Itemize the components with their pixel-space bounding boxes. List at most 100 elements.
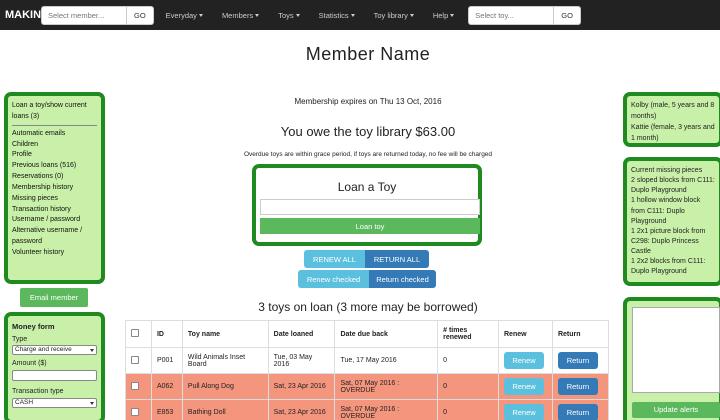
return-button[interactable]: Return — [557, 404, 598, 420]
membership-expiry: Membership expires on Thu 13 Oct, 2016 — [294, 97, 442, 106]
chevron-down-icon — [350, 13, 355, 17]
overdue-note: Overdue toys are within grace period, if… — [243, 151, 493, 158]
type-select[interactable]: Charge and receive — [12, 345, 97, 356]
amount-owed: You owe the toy library $63.00 — [280, 124, 456, 139]
missing-toy-link[interactable]: C298: Duplo Princess Castle — [631, 238, 699, 255]
table-row: A062 Pull Along Dog Sat, 23 Apr 2016 Sat… — [125, 373, 610, 400]
col-date-loaned[interactable]: Date loaned — [267, 320, 336, 348]
member-search-input[interactable] — [41, 5, 127, 25]
cell-id: E853 — [150, 399, 183, 420]
amount-input[interactable] — [12, 370, 97, 382]
bulk-actions-all: RENEW ALL RETURN ALL — [304, 250, 429, 268]
col-renew: Renew — [498, 320, 553, 348]
main-menu: Everyday Members Toys Statistics Toy lib… — [166, 11, 474, 20]
nav-reservations[interactable]: Reservations (0) — [12, 172, 97, 183]
return-checked-button[interactable]: Return checked — [369, 270, 436, 288]
renew-button[interactable]: Renew — [504, 404, 544, 420]
loans-table: ID Toy name Date loaned Date due back # … — [125, 320, 610, 420]
nav-volunteer-history[interactable]: Volunteer history — [12, 248, 97, 259]
toy-search-input[interactable] — [468, 5, 555, 25]
cell-toy-name: Bathing Doll — [181, 399, 269, 420]
renew-button[interactable]: Renew — [504, 378, 544, 395]
table-row: P001 Wild Animals Inset Board Tue, 03 Ma… — [125, 347, 610, 374]
bulk-actions-checked: Renew checked Return checked — [298, 270, 436, 288]
child-item: Kattie (female, 3 years and 1 month) — [631, 123, 715, 142]
type-label: Type — [12, 335, 28, 343]
menu-statistics[interactable]: Statistics — [319, 11, 355, 20]
transaction-type-select[interactable]: CASH — [12, 398, 97, 409]
cell-id: A062 — [150, 373, 183, 400]
loan-toy-input[interactable] — [260, 199, 480, 215]
menu-everyday[interactable]: Everyday — [166, 11, 203, 20]
update-alerts-button[interactable]: Update alerts — [632, 402, 720, 418]
col-times-renewed[interactable]: # times renewed — [437, 320, 499, 348]
cell-date-due: Sat, 07 May 2016 : OVERDUE — [334, 373, 439, 400]
select-all-checkbox[interactable] — [131, 329, 139, 337]
return-button[interactable]: Return — [557, 378, 598, 395]
member-nav-panel: Loan a toy/show current loans (3) Automa… — [4, 92, 105, 284]
table-row: E853 Bathing Doll Sat, 23 Apr 2016 Sat, … — [125, 399, 610, 420]
nav-username-password[interactable]: Username / password — [12, 215, 97, 226]
return-all-button[interactable]: RETURN ALL — [365, 250, 429, 268]
cell-date-loaned: Sat, 23 Apr 2016 — [267, 373, 336, 400]
missing-item: 1 2x2 blocks from C111: Duplo Playground — [631, 258, 706, 276]
money-form-title: Money form — [12, 322, 55, 331]
nav-alternative-username[interactable]: Alternative username / password — [12, 226, 97, 248]
nav-membership-history[interactable]: Membership history — [12, 183, 97, 194]
chevron-down-icon — [255, 13, 260, 17]
table-header-row: ID Toy name Date loaned Date due back # … — [125, 320, 610, 348]
cell-times-renewed: 0 — [437, 399, 499, 420]
cell-date-due: Tue, 17 May 2016 — [334, 347, 439, 374]
row-checkbox[interactable] — [131, 355, 139, 364]
transaction-type-label: Transaction type — [12, 388, 64, 396]
chevron-down-icon — [90, 401, 94, 405]
loan-toy-button[interactable]: Loan toy — [260, 218, 480, 234]
menu-toys[interactable]: Toys — [278, 11, 300, 20]
nav-loan-a-toy[interactable]: Loan a toy/show current loans (3) — [12, 101, 97, 126]
menu-members[interactable]: Members — [222, 11, 260, 20]
alerts-textarea[interactable] — [632, 307, 720, 393]
missing-pieces-title: Current missing pieces — [631, 167, 703, 174]
nav-profile[interactable]: Profile — [12, 150, 97, 161]
member-search-go-button[interactable]: GO — [127, 5, 154, 25]
cell-date-loaned: Sat, 23 Apr 2016 — [267, 399, 336, 420]
children-panel: Kolby (male, 5 years and 8 months) Katti… — [623, 92, 720, 147]
col-id[interactable]: ID — [150, 320, 183, 348]
renew-all-button[interactable]: RENEW ALL — [304, 250, 365, 268]
chevron-down-icon — [295, 13, 300, 17]
nav-transaction-history[interactable]: Transaction history — [12, 205, 97, 216]
top-navbar: MAKIN GO Everyday Members Toys Statistic… — [0, 0, 720, 30]
cell-date-due: Sat, 07 May 2016 : OVERDUE — [334, 399, 439, 420]
loan-toy-panel: Loan a Toy Loan toy — [252, 164, 482, 246]
loan-toy-title: Loan a Toy — [337, 180, 397, 194]
money-form-panel: Money form Type Charge and receive Amoun… — [4, 312, 105, 420]
renew-button[interactable]: Renew — [504, 352, 544, 369]
cell-times-renewed: 0 — [437, 347, 499, 374]
row-checkbox[interactable] — [131, 407, 139, 416]
renew-checked-button[interactable]: Renew checked — [298, 270, 369, 288]
cell-times-renewed: 0 — [437, 373, 499, 400]
nav-children[interactable]: Children — [12, 140, 97, 151]
menu-toy-library[interactable]: Toy library — [374, 11, 414, 20]
page-title: Member Name — [305, 44, 431, 64]
col-date-due[interactable]: Date due back — [334, 320, 439, 348]
return-button[interactable]: Return — [557, 352, 598, 369]
col-return: Return — [551, 320, 610, 348]
brand-logo[interactable]: MAKIN — [5, 9, 41, 21]
nav-automatic-emails[interactable]: Automatic emails — [12, 129, 97, 140]
nav-previous-loans[interactable]: Previous loans (516) — [12, 161, 97, 172]
row-checkbox[interactable] — [131, 381, 139, 390]
child-item: Kolby (male, 5 years and 8 months) — [631, 102, 715, 120]
toy-search-go-button[interactable]: GO — [554, 5, 581, 25]
cell-id: P001 — [150, 347, 183, 374]
amount-label: Amount ($) — [12, 360, 47, 368]
menu-help[interactable]: Help — [433, 11, 455, 20]
chevron-down-icon — [450, 13, 455, 17]
chevron-down-icon — [90, 348, 94, 352]
toys-on-loan-heading: 3 toys on loan (3 more may be borrowed) — [258, 300, 478, 314]
alerts-panel: Update alerts — [623, 297, 720, 420]
col-toy-name[interactable]: Toy name — [181, 320, 269, 348]
missing-pieces-panel: Current missing pieces 2 sloped blocks f… — [623, 157, 720, 286]
nav-missing-pieces[interactable]: Missing pieces — [12, 194, 97, 205]
email-member-button[interactable]: Email member — [20, 288, 88, 307]
